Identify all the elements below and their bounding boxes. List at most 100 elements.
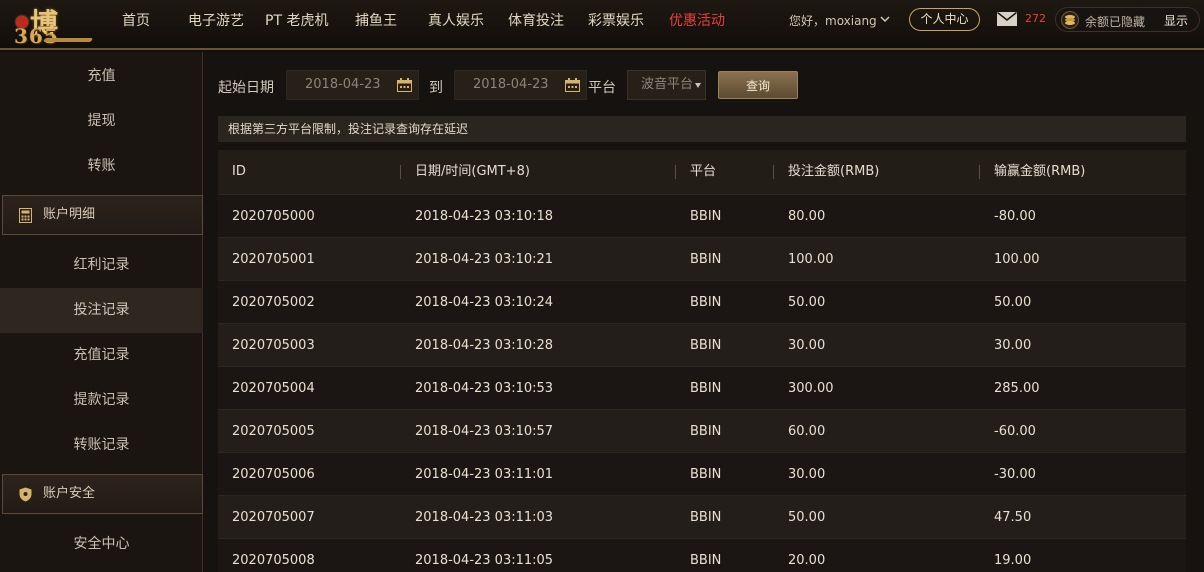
user-greeting[interactable]: 您好，moxiang: [789, 12, 877, 29]
cell-datetime: 2018-04-23 03:11:03: [415, 510, 554, 525]
nav-pt-slots[interactable]: PT 老虎机: [265, 0, 328, 44]
sidebar-section-label: 账户安全: [43, 486, 96, 501]
mail-count-badge: 272: [1025, 12, 1046, 25]
cell-bet-amount: 30.00: [788, 338, 826, 353]
table-header-row: ID 日期/时间(GMT+8) 平台 投注金额(RMB) 输赢金额(RMB): [218, 150, 1186, 194]
logo-number: 365: [14, 24, 59, 48]
table-row: 2020705005 2018-04-23 03:10:57 BBIN 60.00 -6…: [218, 409, 1186, 452]
sidebar-item-bet-records[interactable]: 投注记录: [0, 288, 203, 333]
start-date-input[interactable]: 2018-04-23: [286, 70, 419, 100]
cell-id: 2020705003: [232, 338, 315, 353]
sidebar-item-security-center[interactable]: 安全中心: [0, 522, 203, 567]
column-header-id: ID: [232, 164, 246, 179]
sidebar-section-account-details[interactable]: 账户明细: [2, 195, 203, 235]
cell-win-loss: 285.00: [994, 381, 1040, 396]
cell-platform: BBIN: [690, 209, 722, 224]
cell-bet-amount: 300.00: [788, 381, 834, 396]
cell-id: 2020705005: [232, 424, 315, 439]
personal-center-button[interactable]: 个人中心: [909, 8, 980, 31]
caret-down-icon: [695, 83, 701, 88]
cell-bet-amount: 20.00: [788, 553, 826, 568]
cell-win-loss: -30.00: [994, 467, 1036, 482]
nav-sports[interactable]: 体育投注: [508, 0, 564, 44]
show-balance-link[interactable]: 显示: [1164, 12, 1188, 29]
cell-id: 2020705006: [232, 467, 315, 482]
sidebar-item-transfer-records[interactable]: 转账记录: [0, 423, 203, 468]
platform-select[interactable]: 波音平台: [627, 70, 706, 100]
table-row: 2020705000 2018-04-23 03:10:18 BBIN 80.00 -8…: [218, 194, 1186, 237]
cell-platform: BBIN: [690, 295, 722, 310]
cell-bet-amount: 80.00: [788, 209, 826, 224]
nav-promotions[interactable]: 优惠活动: [669, 0, 725, 44]
end-date-value: 2018-04-23: [473, 77, 549, 92]
table-row: 2020705001 2018-04-23 03:10:21 BBIN 100.00 1…: [218, 237, 1186, 280]
cell-id: 2020705001: [232, 252, 315, 267]
top-header: 博 365 首页 电子游艺 PT 老虎机 捕鱼王 真人娱乐 体育投注 彩票娱乐 …: [0, 0, 1204, 50]
table-row: 2020705003 2018-04-23 03:10:28 BBIN 30.00 30…: [218, 323, 1186, 366]
table-row: 2020705008 2018-04-23 03:11:05 BBIN 20.00 19…: [218, 538, 1186, 572]
column-header-win-loss: 输赢金额(RMB): [994, 164, 1086, 179]
cell-platform: BBIN: [690, 381, 722, 396]
sidebar-item-withdraw[interactable]: 提现: [0, 99, 203, 144]
column-divider: [979, 165, 980, 179]
calculator-icon: [19, 208, 32, 223]
cell-platform: BBIN: [690, 424, 722, 439]
bet-records-table: ID 日期/时间(GMT+8) 平台 投注金额(RMB) 输赢金额(RMB) 2…: [218, 150, 1186, 572]
sidebar-item-deposit-records[interactable]: 充值记录: [0, 333, 203, 378]
cell-bet-amount: 30.00: [788, 467, 826, 482]
logo-swoosh: [42, 38, 94, 42]
nav-lottery[interactable]: 彩票娱乐: [588, 0, 644, 44]
calendar-icon[interactable]: [397, 78, 412, 92]
end-date-input[interactable]: 2018-04-23: [454, 70, 587, 100]
table-body: 2020705000 2018-04-23 03:10:18 BBIN 80.00 -8…: [218, 194, 1186, 572]
cell-datetime: 2018-04-23 03:10:57: [415, 424, 554, 439]
sidebar-section-account-security[interactable]: 账户安全: [2, 474, 203, 514]
sidebar-item-bonus-records[interactable]: 红利记录: [0, 243, 203, 288]
sidebar-item-withdraw-records[interactable]: 提款记录: [0, 378, 203, 423]
nav-slots[interactable]: 电子游艺: [188, 0, 244, 44]
query-button[interactable]: 查询: [718, 71, 798, 99]
column-header-datetime: 日期/时间(GMT+8): [415, 164, 530, 179]
cell-datetime: 2018-04-23 03:11:01: [415, 467, 554, 482]
cell-bet-amount: 50.00: [788, 510, 826, 525]
cell-win-loss: -60.00: [994, 424, 1036, 439]
table-row: 2020705002 2018-04-23 03:10:24 BBIN 50.00 50…: [218, 280, 1186, 323]
balance-hidden-text: 余额已隐藏: [1085, 15, 1146, 29]
balance-widget: 余额已隐藏 显示: [1055, 7, 1200, 32]
sidebar-item-transfer[interactable]: 转账: [0, 144, 203, 189]
chevron-down-icon[interactable]: [880, 14, 890, 24]
site-logo[interactable]: 博 365: [4, 2, 94, 48]
table-row: 2020705007 2018-04-23 03:11:03 BBIN 50.00 47…: [218, 495, 1186, 538]
cell-id: 2020705004: [232, 381, 315, 396]
cell-platform: BBIN: [690, 467, 722, 482]
cell-bet-amount: 60.00: [788, 424, 826, 439]
sidebar-section-label: 账户明细: [43, 207, 96, 222]
cell-win-loss: 19.00: [994, 553, 1032, 568]
column-divider: [400, 165, 401, 179]
main-content: 起始日期 2018-04-23 到 2018-04-23 平台 波音平台 查询: [203, 52, 1204, 572]
cell-win-loss: -80.00: [994, 209, 1036, 224]
cell-platform: BBIN: [690, 510, 722, 525]
nav-live-casino[interactable]: 真人娱乐: [428, 0, 484, 44]
cell-datetime: 2018-04-23 03:10:21: [415, 252, 554, 267]
platform-label: 平台: [588, 80, 616, 96]
cell-id: 2020705007: [232, 510, 315, 525]
coin-stack-icon: [1061, 11, 1079, 29]
cell-datetime: 2018-04-23 03:10:18: [415, 209, 554, 224]
column-divider: [773, 165, 774, 179]
cell-datetime: 2018-04-23 03:11:05: [415, 553, 554, 568]
to-label: 到: [429, 80, 443, 96]
column-header-platform: 平台: [690, 164, 717, 179]
sidebar-item-deposit[interactable]: 充值: [0, 54, 203, 99]
cell-platform: BBIN: [690, 338, 722, 353]
cell-win-loss: 50.00: [994, 295, 1032, 310]
mail-icon[interactable]: [997, 12, 1017, 26]
cell-id: 2020705008: [232, 553, 315, 568]
cell-id: 2020705002: [232, 295, 315, 310]
nav-home[interactable]: 首页: [122, 0, 150, 44]
calendar-icon[interactable]: [565, 78, 580, 92]
sidebar: 充值 提现 转账 账户明细 红利记录 投注记录 充值记录 提款记录 转账记录 账…: [0, 52, 203, 572]
nav-fishing[interactable]: 捕鱼王: [355, 0, 397, 44]
cell-win-loss: 47.50: [994, 510, 1032, 525]
shield-icon: [19, 487, 32, 502]
